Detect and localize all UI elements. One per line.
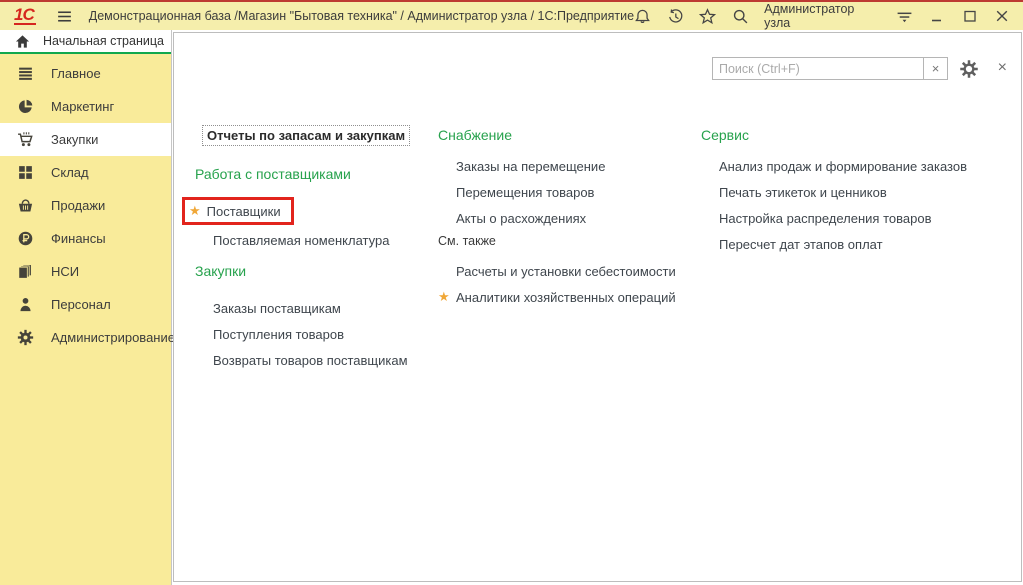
group-header-supply: Снабжение: [438, 127, 693, 143]
sidebar-item-zakupki[interactable]: Закупки: [0, 123, 171, 156]
link-operation-analytics[interactable]: ★ Аналитики хозяйственных операций: [438, 284, 693, 310]
menu-lines-icon: [17, 65, 34, 82]
sidebar-item-label: Склад: [51, 165, 89, 180]
books-icon: [17, 263, 34, 280]
global-search-icon[interactable]: [732, 7, 750, 25]
sidebar-item-label: Финансы: [51, 231, 106, 246]
group-header-suppliers-work: Работа с поставщиками: [195, 166, 430, 182]
sidebar-item-label: НСИ: [51, 264, 79, 279]
link-label-printing[interactable]: Печать этикеток и ценников: [701, 179, 1023, 205]
home-page-tab[interactable]: Начальная страница: [0, 30, 171, 54]
sidebar-item-label: Администрирование: [51, 330, 175, 345]
search-group: ×: [712, 57, 948, 80]
link-goods-movements[interactable]: Перемещения товаров: [438, 179, 693, 205]
see-also-label: См. также: [438, 234, 693, 248]
sidebar-item-label: Маркетинг: [51, 99, 114, 114]
maximize-button[interactable]: [961, 7, 979, 25]
window-title: Демонстрационная база /Магазин "Бытовая …: [89, 9, 634, 23]
person-icon: [17, 296, 34, 313]
sidebar-item-finansy[interactable]: Финансы: [0, 222, 171, 255]
sidebar: Начальная страница Главное Маркетинг Зак…: [0, 30, 172, 585]
link-cost-calculations[interactable]: Расчеты и установки себестоимости: [438, 258, 693, 284]
search-input[interactable]: [712, 57, 924, 80]
titlebar: 1С Демонстрационная база /Магазин "Бытов…: [0, 2, 1023, 30]
basket-icon: [17, 197, 34, 214]
highlight-box: ★ Поставщики: [182, 197, 294, 225]
sidebar-item-label: Продажи: [51, 198, 105, 213]
home-icon: [15, 34, 30, 49]
link-payment-dates[interactable]: Пересчет дат этапов оплат: [701, 231, 1023, 257]
sidebar-item-glavnoe[interactable]: Главное: [0, 57, 171, 90]
favorite-star-icon: ★: [189, 203, 201, 219]
column-service: Сервис Анализ продаж и формирование зака…: [701, 127, 1023, 257]
service-menu-icon[interactable]: [896, 7, 914, 25]
link-supplied-nomenclature[interactable]: Поставляемая номенклатура: [195, 227, 430, 253]
group-header-service: Сервис: [701, 127, 1023, 143]
link-discrepancy-acts[interactable]: Акты о расхождениях: [438, 205, 693, 231]
history-icon[interactable]: [667, 7, 685, 25]
home-page-label: Начальная страница: [43, 34, 164, 48]
gear-icon: [17, 329, 34, 346]
favorite-star-icon: ★: [438, 289, 450, 305]
sidebar-item-marketing[interactable]: Маркетинг: [0, 90, 171, 123]
panel-settings-gear-icon[interactable]: [959, 59, 979, 79]
ruble-icon: [17, 230, 34, 247]
1c-logo-icon[interactable]: 1С: [14, 7, 36, 25]
current-user-label[interactable]: Администратор узла: [764, 2, 881, 30]
sidebar-item-prodazhi[interactable]: Продажи: [0, 189, 171, 222]
minimize-button[interactable]: [928, 7, 946, 25]
sidebar-item-administrirovanie[interactable]: Администрирование: [0, 321, 171, 354]
search-clear-icon[interactable]: ×: [924, 57, 948, 80]
sidebar-item-sklad[interactable]: Склад: [0, 156, 171, 189]
group-header-purchases: Закупки: [195, 263, 430, 279]
link-orders-to-suppliers[interactable]: Заказы поставщикам: [195, 295, 430, 321]
link-goods-receipts[interactable]: Поступления товаров: [195, 321, 430, 347]
sidebar-item-label: Персонал: [51, 297, 111, 312]
close-window-button[interactable]: [993, 7, 1011, 25]
main-menu-icon[interactable]: [56, 8, 73, 25]
notifications-bell-icon[interactable]: [634, 7, 652, 25]
grid-icon: [17, 164, 34, 181]
sidebar-item-personal[interactable]: Персонал: [0, 288, 171, 321]
section-menu-panel: × × Отчеты по запасам и закупкам Работа …: [173, 32, 1022, 582]
link-distribution-setup[interactable]: Настройка распределения товаров: [701, 205, 1023, 231]
column-purchasing: Отчеты по запасам и закупкам Работа с по…: [195, 125, 430, 373]
sidebar-item-label: Главное: [51, 66, 101, 81]
sidebar-item-label: Закупки: [51, 132, 98, 147]
link-move-orders[interactable]: Заказы на перемещение: [438, 153, 693, 179]
link-suppliers[interactable]: Поставщики: [207, 204, 281, 219]
link-returns-to-suppliers[interactable]: Возвраты товаров поставщикам: [195, 347, 430, 373]
cart-icon: [17, 131, 34, 148]
panel-close-icon[interactable]: ×: [998, 58, 1007, 78]
favorites-star-icon[interactable]: [699, 7, 717, 25]
link-sales-analysis[interactable]: Анализ продаж и формирование заказов: [701, 153, 1023, 179]
sidebar-item-nsi[interactable]: НСИ: [0, 255, 171, 288]
pie-chart-icon: [17, 98, 34, 115]
link-label: Аналитики хозяйственных операций: [456, 290, 676, 305]
reports-stock-purchases-button[interactable]: Отчеты по запасам и закупкам: [202, 125, 410, 146]
column-supply: Снабжение Заказы на перемещение Перемеще…: [438, 127, 693, 310]
